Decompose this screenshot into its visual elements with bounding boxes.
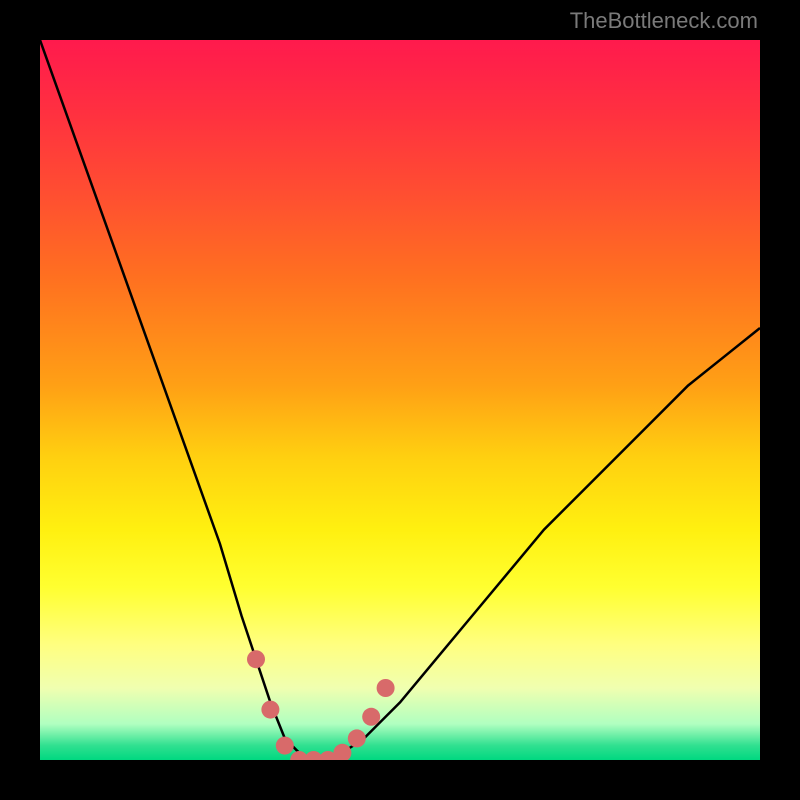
highlight-marker bbox=[348, 729, 366, 747]
highlight-marker bbox=[261, 701, 279, 719]
chart-container: TheBottleneck.com bbox=[0, 0, 800, 800]
plot-area bbox=[40, 40, 760, 760]
highlight-markers bbox=[247, 650, 395, 760]
curve-svg bbox=[40, 40, 760, 760]
highlight-marker bbox=[276, 737, 294, 755]
highlight-marker bbox=[247, 650, 265, 668]
highlight-marker bbox=[362, 708, 380, 726]
highlight-marker bbox=[333, 744, 351, 760]
watermark-text: TheBottleneck.com bbox=[570, 8, 758, 34]
highlight-marker bbox=[377, 679, 395, 697]
bottleneck-curve bbox=[40, 40, 760, 760]
